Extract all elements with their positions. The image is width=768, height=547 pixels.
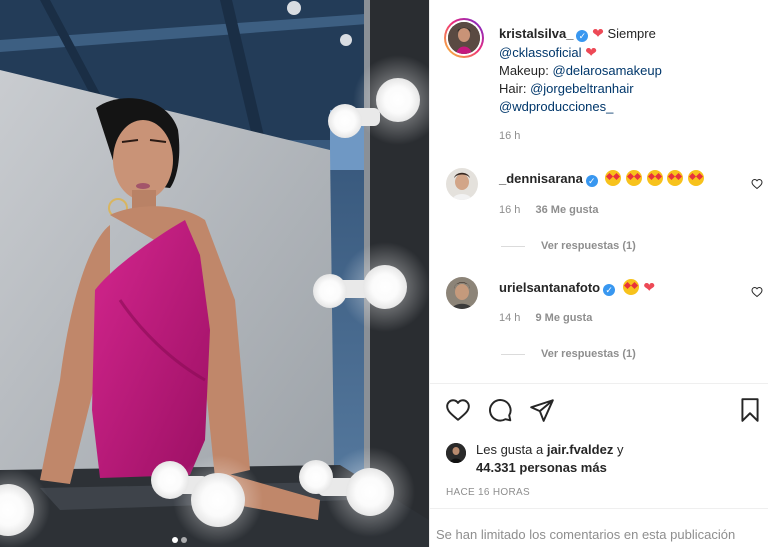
mention-delarosamakeup[interactable]: @delarosamakeup — [553, 63, 662, 78]
photo-illustration — [0, 0, 429, 547]
liker-avatar[interactable] — [446, 443, 466, 463]
replies-divider-dash — [501, 245, 525, 247]
likes-conjunction: y — [616, 442, 624, 457]
red-heart-emoji-icon: ❤ — [643, 279, 656, 295]
view-replies-label: Ver respuestas (1) — [541, 240, 636, 252]
author-avatar[interactable] — [448, 22, 480, 54]
comment-row: urielsantanafoto ✓ ❤ — [499, 278, 655, 297]
author-avatar-story-ring[interactable] — [444, 18, 484, 58]
heart-outline-icon[interactable] — [445, 397, 471, 423]
verified-badge-icon: ✓ — [603, 284, 616, 296]
mention-jorgebeltranhair[interactable]: @jorgebeltranhair — [530, 81, 634, 96]
comment-emojis — [605, 170, 705, 186]
replies-divider-dash — [501, 353, 525, 355]
footer-divider — [430, 508, 768, 509]
likes-summary: Les gusta a jair.fvaldez y 44.331 person… — [446, 441, 623, 477]
star-struck-emoji-icon — [687, 170, 704, 186]
star-struck-emoji-icon — [626, 170, 643, 186]
comment-bubble-icon[interactable] — [487, 397, 513, 423]
author-username[interactable]: kristalsilva_ — [499, 26, 573, 41]
post-caption: kristalsilva_ ✓ ❤ Siempre @cklassoficial … — [499, 24, 759, 116]
comment-likes-count[interactable]: 36 Me gusta — [535, 204, 598, 216]
bookmark-icon[interactable] — [737, 397, 763, 423]
comment-likes-count[interactable]: 9 Me gusta — [535, 312, 592, 324]
commenter-avatar[interactable] — [446, 168, 478, 200]
likes-others-count[interactable]: 44.331 personas más — [476, 460, 607, 475]
star-struck-emoji-icon — [667, 170, 684, 186]
caption-makeup-label: Makeup: — [499, 63, 549, 78]
caption-text-siempre: Siempre — [607, 26, 656, 41]
mention-cklassoficial[interactable]: @cklassoficial — [499, 45, 582, 60]
comment-like-heart-icon[interactable] — [751, 286, 763, 298]
caption-time[interactable]: 16 h — [499, 130, 520, 142]
liker-username[interactable]: jair.fvaldez — [547, 442, 613, 457]
post-side-panel: kristalsilva_ ✓ ❤ Siempre @cklassoficial … — [429, 0, 768, 547]
view-replies-label: Ver respuestas (1) — [541, 348, 636, 360]
comments-limited-notice: Se han limitado los comentarios en esta … — [436, 527, 736, 542]
comment-time[interactable]: 14 h — [499, 312, 520, 324]
caption-hair-label: Hair: — [499, 81, 527, 96]
actions-divider — [430, 383, 768, 384]
post-photo[interactable] — [0, 0, 429, 547]
post-timestamp[interactable]: HACE 16 HORAS — [446, 487, 530, 498]
star-struck-emoji-icon — [646, 170, 663, 186]
view-replies-button[interactable]: Ver respuestas (1) — [501, 348, 636, 360]
verified-badge-icon: ✓ — [585, 175, 598, 187]
paper-plane-icon[interactable] — [529, 397, 555, 423]
red-heart-emoji-icon: ❤ — [592, 25, 604, 41]
comment-like-heart-icon[interactable] — [751, 178, 763, 190]
red-heart-emoji-icon: ❤ — [585, 44, 597, 60]
comment-time[interactable]: 16 h — [499, 204, 520, 216]
commenter-avatar[interactable] — [446, 277, 478, 309]
view-replies-button[interactable]: Ver respuestas (1) — [501, 240, 636, 252]
likes-prefix: Les gusta a — [476, 442, 544, 457]
comment-row: _dennisarana ✓ — [499, 170, 705, 188]
comment-emojis: ❤ — [622, 279, 656, 295]
commenter-username[interactable]: _dennisarana — [499, 171, 583, 186]
mention-wdproducciones[interactable]: @wdproducciones_ — [499, 99, 613, 114]
comment-meta: 16 h 36 Me gusta — [499, 204, 598, 216]
verified-badge-icon: ✓ — [576, 30, 589, 42]
star-struck-emoji-icon — [622, 279, 639, 295]
comment-meta: 14 h 9 Me gusta — [499, 312, 592, 324]
commenter-username[interactable]: urielsantanafoto — [499, 280, 600, 295]
star-struck-emoji-icon — [605, 170, 622, 186]
